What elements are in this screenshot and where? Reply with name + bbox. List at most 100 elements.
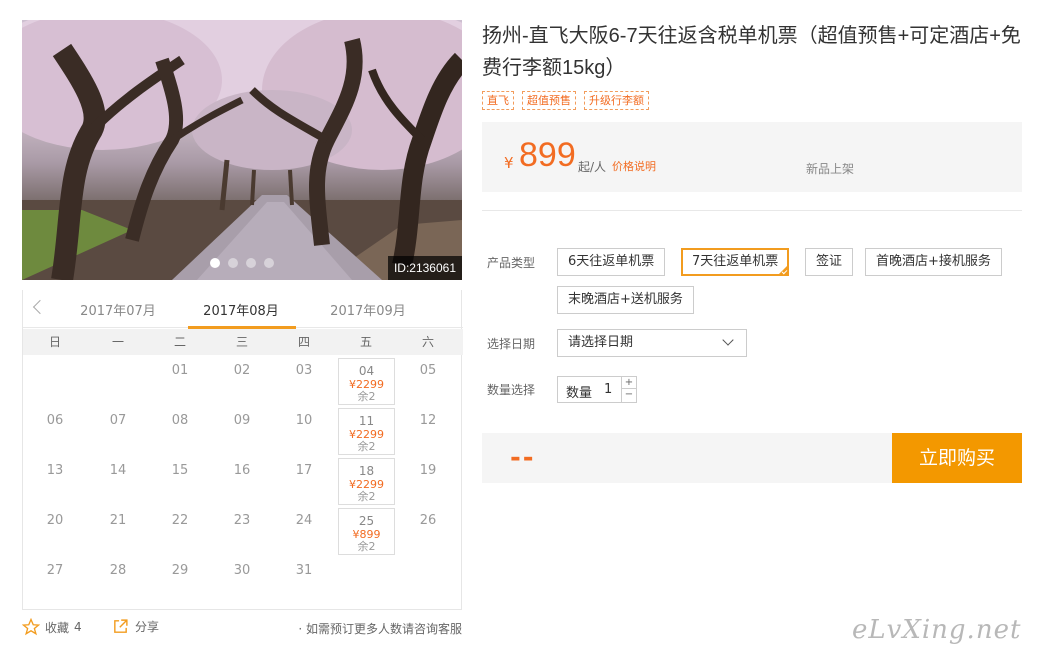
calendar-day: 07: [87, 406, 149, 456]
option-visa[interactable]: 签证: [805, 248, 854, 276]
tab-month-july[interactable]: 2017年07月: [63, 300, 173, 319]
quantity-buttons: + −: [621, 377, 636, 402]
product-image[interactable]: ID:2136061: [22, 20, 462, 280]
calendar-day: [335, 556, 397, 606]
calendar-day: 19: [397, 456, 459, 506]
calendar-day-number: 08: [171, 413, 189, 428]
tab-month-september[interactable]: 2017年09月: [313, 300, 423, 319]
carousel-dot[interactable]: [228, 258, 238, 268]
calendar-day: 20: [23, 506, 87, 556]
calendar-day-number: 07: [109, 413, 127, 428]
weekday-label: 五: [359, 335, 372, 349]
calendar-day-number: 06: [46, 413, 64, 428]
watermark-logo: eLvXing.net: [852, 615, 1022, 645]
calendar-day-number: 14: [109, 463, 127, 478]
tab-month-august[interactable]: 2017年08月: [186, 300, 296, 329]
prev-month-arrow-icon[interactable]: [29, 298, 49, 318]
tag-direct-flight: 直飞: [482, 91, 514, 110]
calendar-day: 17: [273, 456, 335, 506]
calendar-day: 23: [211, 506, 273, 556]
calendar-day: [87, 356, 149, 406]
calendar-day-number: 31: [295, 563, 313, 578]
calendar-day-available[interactable]: 11 ¥2299 余2: [335, 406, 397, 456]
option-last-night-hotel[interactable]: 末晚酒店+送机服务: [557, 286, 694, 314]
carousel-dot[interactable]: [210, 258, 220, 268]
price-unit: 起/人: [578, 160, 607, 174]
calendar-day: 26: [397, 506, 459, 556]
date-select[interactable]: 请选择日期: [557, 329, 747, 357]
calendar-day-number: 20: [46, 513, 64, 528]
calendar-day-number: [335, 556, 397, 563]
favorite-count: 4: [74, 620, 82, 634]
price-calendar: 2017年07月 2017年08月 2017年09月 日 一 二 三 四 五 六…: [22, 290, 463, 610]
price-explanation-link[interactable]: 价格说明: [612, 158, 656, 174]
calendar-day: 24: [273, 506, 335, 556]
option-6day-ticket[interactable]: 6天往返单机票: [557, 248, 666, 276]
quantity-stepper: 数量 1 + −: [557, 376, 637, 403]
favorite-button[interactable]: 收藏 4: [22, 618, 82, 636]
share-icon: [114, 619, 128, 633]
divider: [482, 210, 1022, 211]
quantity-inner-label: 数量: [566, 386, 593, 401]
calendar-day-number: 03: [295, 363, 313, 378]
calendar-day-number: 23: [233, 513, 251, 528]
option-7day-ticket[interactable]: 7天往返单机票: [681, 248, 790, 276]
purchase-bar: -- 立即购买: [482, 433, 1022, 483]
calendar-week-row: 20 21 22 23 24 25 ¥899 余2 26: [23, 506, 463, 556]
share-label: 分享: [135, 620, 160, 634]
calendar-day-box[interactable]: 11 ¥2299 余2: [338, 408, 395, 455]
buy-now-button[interactable]: 立即购买: [892, 433, 1022, 483]
quantity-decrease-button[interactable]: −: [622, 389, 636, 401]
weekday-label: 一: [111, 335, 124, 349]
calendar-day: 30: [211, 556, 273, 606]
option-first-night-hotel[interactable]: 首晚酒店+接机服务: [865, 248, 1002, 276]
calendar-day-number: 25: [358, 514, 375, 528]
carousel-dot[interactable]: [246, 258, 256, 268]
weekday-label: 二: [173, 335, 186, 349]
weekday-label: 六: [421, 335, 434, 349]
calendar-day-box[interactable]: 25 ¥899 余2: [338, 508, 395, 555]
calendar-day-number: 01: [171, 363, 189, 378]
calendar-day-number: 04: [358, 364, 375, 378]
calendar-day: 27: [23, 556, 87, 606]
quantity-increase-button[interactable]: +: [622, 377, 636, 389]
calendar-day-number: 24: [295, 513, 313, 528]
calendar-day-number: [397, 556, 459, 563]
tag-luggage-upgrade: 升级行李额: [584, 91, 649, 110]
favorite-label: 收藏: [45, 620, 70, 635]
date-select-value: 请选择日期: [568, 335, 634, 350]
currency-symbol: ¥: [504, 154, 514, 172]
calendar-grid: 01 02 03 04 ¥2299 余2 05 06 07 08 09 10 11 ¥2299 余2 12 13…: [23, 356, 463, 606]
weekday-label: 日: [48, 335, 61, 349]
calendar-month-tabs: 2017年07月 2017年08月 2017年09月: [23, 290, 463, 329]
cherry-blossom-scene: [22, 20, 462, 280]
calendar-week-row: 13 14 15 16 17 18 ¥2299 余2 19: [23, 456, 463, 506]
calendar-day: 16: [211, 456, 273, 506]
share-button[interactable]: 分享: [112, 618, 159, 635]
quantity-input[interactable]: 1: [604, 382, 612, 397]
calendar-day-number: 12: [419, 413, 437, 428]
calendar-day-number: 19: [419, 463, 437, 478]
calendar-day-box[interactable]: 18 ¥2299 余2: [338, 458, 395, 505]
calendar-day-box[interactable]: 04 ¥2299 余2: [338, 358, 395, 405]
calendar-day: 02: [211, 356, 273, 406]
calendar-day-number: 11: [358, 414, 375, 428]
calendar-day-available[interactable]: 25 ¥899 余2: [335, 506, 397, 556]
product-actions: 收藏 4 分享 · 如需预订更多人数请咨询客服: [22, 618, 462, 640]
calendar-day: 05: [397, 356, 459, 406]
calendar-day: 29: [149, 556, 211, 606]
calendar-weekday-header: 日 一 二 三 四 五 六: [23, 329, 463, 355]
calendar-day-number: 09: [233, 413, 251, 428]
price-panel: ¥ 899 起/人 价格说明 新品上架: [482, 122, 1022, 192]
calendar-day: 22: [149, 506, 211, 556]
calendar-day-number: 26: [419, 513, 437, 528]
calendar-day-available[interactable]: 18 ¥2299 余2: [335, 456, 397, 506]
calendar-day-remaining: 余2: [357, 540, 376, 553]
calendar-day-available[interactable]: 04 ¥2299 余2: [335, 356, 397, 406]
carousel-dot[interactable]: [264, 258, 274, 268]
calendar-week-row: 01 02 03 04 ¥2299 余2 05: [23, 356, 463, 406]
calendar-day: 31: [273, 556, 335, 606]
calendar-day-number: 15: [171, 463, 189, 478]
calendar-day-number: 02: [233, 363, 251, 378]
calendar-day-number: 05: [419, 363, 437, 378]
